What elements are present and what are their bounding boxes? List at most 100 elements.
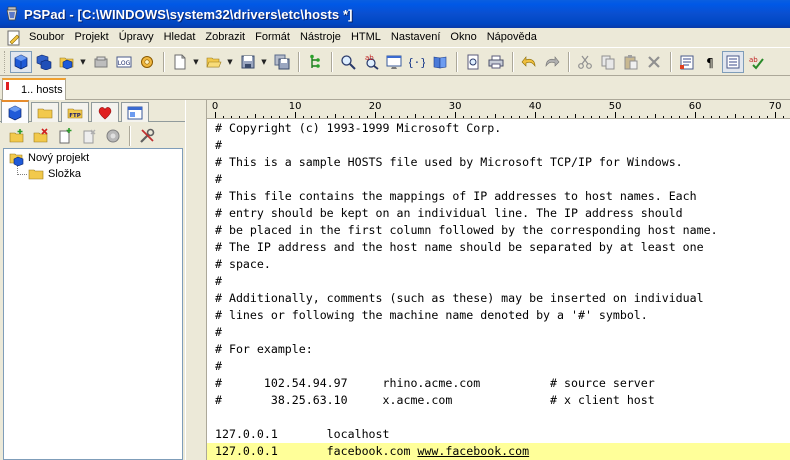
code-line[interactable]: # entry should be kept on an individual … <box>207 205 790 222</box>
menu-item[interactable]: Projekt <box>69 28 113 47</box>
projects-icon[interactable] <box>33 51 55 73</box>
document-menu-icon[interactable] <box>6 30 22 46</box>
open-file-icon[interactable] <box>203 51 225 73</box>
svg-text:FTP: FTP <box>69 113 81 119</box>
menu-item[interactable]: Hledat <box>159 28 201 47</box>
tab-hosts[interactable]: 1.. hosts <box>2 78 66 100</box>
toolbar-grip[interactable] <box>4 50 7 73</box>
ruler-tick <box>623 116 624 118</box>
menu-item[interactable]: Úpravy <box>114 28 159 47</box>
ruler-tick <box>471 116 472 118</box>
properties-icon[interactable] <box>101 125 124 147</box>
close-project-icon[interactable] <box>90 51 112 73</box>
ruler-tick <box>287 116 288 118</box>
code-line[interactable]: # Copyright (c) 1993-1999 Microsoft Corp… <box>207 120 790 137</box>
tree-item-folder[interactable]: Složka <box>28 166 81 182</box>
tree-item-project[interactable]: Nový projekt <box>9 150 89 166</box>
code-line[interactable]: # 102.54.94.97 rhino.acme.com # source s… <box>207 375 790 392</box>
code-line-text: # <box>215 274 222 288</box>
spell-icon[interactable]: ab <box>745 51 767 73</box>
code-line[interactable]: 127.0.0.1 localhost <box>207 426 790 443</box>
folders-tab[interactable] <box>31 102 59 122</box>
code-line[interactable]: # lines or following the machine name de… <box>207 307 790 324</box>
svg-text:ab: ab <box>365 54 374 62</box>
code-line[interactable] <box>207 409 790 426</box>
clips-tab[interactable] <box>121 102 149 122</box>
preview-icon[interactable] <box>383 51 405 73</box>
menu-item[interactable]: Formát <box>250 28 295 47</box>
code-line[interactable]: # space. <box>207 256 790 273</box>
code-line[interactable]: 127.0.0.1 facebook.com www.facebook.com <box>207 443 790 460</box>
menu-item[interactable]: Nástroje <box>295 28 346 47</box>
project-tab[interactable] <box>1 100 29 123</box>
copy-icon[interactable] <box>597 51 619 73</box>
remove-folder-icon[interactable] <box>29 125 52 147</box>
new-file-icon[interactable] <box>169 51 191 73</box>
ruler-tick <box>775 112 776 118</box>
project-cube-icon[interactable] <box>10 50 32 73</box>
code-view[interactable]: # Copyright (c) 1993-1999 Microsoft Corp… <box>207 119 790 460</box>
save-icon[interactable] <box>237 51 259 73</box>
code-line[interactable]: # <box>207 273 790 290</box>
menu-item[interactable]: Nápověda <box>482 28 542 47</box>
code-line[interactable]: # be placed in the first column followed… <box>207 222 790 239</box>
remove-file-icon[interactable] <box>77 125 100 147</box>
book-icon[interactable] <box>429 51 451 73</box>
editor-area[interactable]: 0 10 20 30 40 50 60 70 # Copyright (c) 1993-199… <box>206 100 790 460</box>
pspad-app-icon[interactable] <box>4 6 20 22</box>
panel-splitter[interactable] <box>185 100 206 460</box>
redo-icon[interactable] <box>541 51 563 73</box>
delete-icon[interactable] <box>643 51 665 73</box>
code-line[interactable]: # <box>207 171 790 188</box>
open-file-dropdown[interactable]: ▼ <box>226 51 234 73</box>
add-folder-icon[interactable] <box>5 125 28 147</box>
code-line[interactable]: # <box>207 137 790 154</box>
menu-item[interactable]: Zobrazit <box>200 28 250 47</box>
wrap-icon[interactable] <box>722 50 744 73</box>
ftp-tab[interactable]: FTP <box>61 102 89 122</box>
open-project-dropdown[interactable]: ▼ <box>79 51 87 73</box>
code-line[interactable]: # This is a sample HOSTS file used by Mi… <box>207 154 790 171</box>
save-all-icon[interactable] <box>271 51 293 73</box>
menu-item[interactable]: Soubor <box>24 28 69 47</box>
menu-bar: Soubor Projekt Úpravy Hledat Zobrazit Formát N… <box>0 28 790 47</box>
cut-icon[interactable] <box>574 51 596 73</box>
code-line[interactable]: # <box>207 358 790 375</box>
code-line[interactable]: # Additionally, comments (such as these)… <box>207 290 790 307</box>
code-line[interactable]: # This file contains the mappings of IP … <box>207 188 790 205</box>
menu-item[interactable]: Nastavení <box>386 28 446 47</box>
ruler-tick <box>583 116 584 118</box>
code-line[interactable]: # <box>207 324 790 341</box>
add-file-icon[interactable] <box>53 125 76 147</box>
menu-item[interactable]: Okno <box>445 28 481 47</box>
code-line-text: # be placed in the first column followed… <box>215 223 718 237</box>
paragraph-icon[interactable]: ¶ <box>699 51 721 73</box>
save-dropdown[interactable]: ▼ <box>260 51 268 73</box>
ruler-tick <box>663 116 664 118</box>
code-line[interactable]: # The IP address and the host name shoul… <box>207 239 790 256</box>
ruler-tick <box>647 116 648 118</box>
ruler-tick <box>279 116 280 118</box>
code-icon[interactable]: {·} <box>406 51 428 73</box>
paste-icon[interactable] <box>620 51 642 73</box>
code-line[interactable]: # For example: <box>207 341 790 358</box>
settings-icon[interactable] <box>136 51 158 73</box>
open-project-icon[interactable] <box>56 51 78 73</box>
code-link[interactable]: www.facebook.com <box>417 444 529 458</box>
log-icon[interactable]: LOG <box>113 51 135 73</box>
menu-item[interactable]: HTML <box>346 28 386 47</box>
undo-icon[interactable] <box>518 51 540 73</box>
tools-icon[interactable] <box>135 125 158 147</box>
svg-text:{·}: {·} <box>409 56 425 69</box>
replace-icon[interactable]: ab <box>360 51 382 73</box>
new-file-dropdown[interactable]: ▼ <box>192 51 200 73</box>
favorites-tab[interactable] <box>91 102 119 122</box>
project-panel: FTP Nový projekt Složka <box>0 100 185 460</box>
code-line[interactable]: # 38.25.63.10 x.acme.com # x client host <box>207 392 790 409</box>
tree-icon[interactable] <box>304 51 326 73</box>
print-icon[interactable] <box>485 51 507 73</box>
toolbar-separator <box>331 51 333 72</box>
print-preview-icon[interactable] <box>462 51 484 73</box>
clipboard-icon[interactable] <box>676 51 698 73</box>
find-icon[interactable] <box>337 51 359 73</box>
